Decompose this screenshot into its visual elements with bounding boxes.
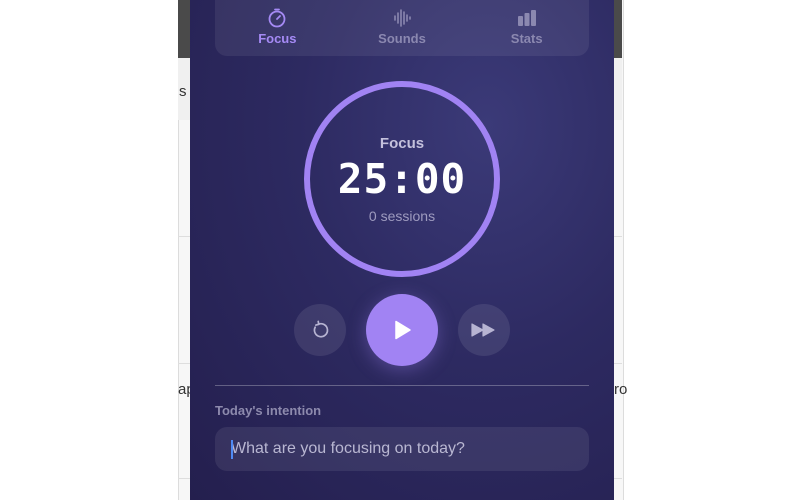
tab-sounds[interactable]: Sounds xyxy=(340,0,465,56)
section-divider xyxy=(215,385,589,386)
background-text-fragment: ro xyxy=(614,381,628,398)
tab-label: Stats xyxy=(510,31,543,46)
session-count: 0 sessions xyxy=(368,207,436,224)
timer-countdown: 25:00 xyxy=(337,154,467,203)
timer-mode-label: Focus xyxy=(379,134,425,152)
timer-icon xyxy=(268,8,286,28)
timer-ring: Focus 25:00 0 sessions xyxy=(304,81,500,277)
skip-forward-icon xyxy=(471,323,495,337)
reset-button[interactable] xyxy=(294,304,346,356)
text-caret xyxy=(231,440,233,459)
intention-input[interactable] xyxy=(215,427,589,471)
play-button[interactable] xyxy=(366,294,438,366)
tab-focus[interactable]: Focus xyxy=(215,0,340,56)
background-text-fragment: s xyxy=(179,83,187,100)
play-icon xyxy=(395,320,411,340)
tab-stats[interactable]: Stats xyxy=(464,0,589,56)
tab-label: Focus xyxy=(258,31,297,46)
waveform-icon xyxy=(394,9,411,27)
tab-label: Sounds xyxy=(378,31,426,46)
reset-icon xyxy=(313,320,329,338)
skip-button[interactable] xyxy=(458,304,510,356)
tab-bar: Focus Sounds Stats xyxy=(215,0,589,56)
intention-label: Today's intention xyxy=(215,403,322,418)
focus-timer-popover: Focus Sounds Stats Focus 25:00 0 session… xyxy=(190,0,614,500)
bar-chart-icon xyxy=(517,10,536,26)
